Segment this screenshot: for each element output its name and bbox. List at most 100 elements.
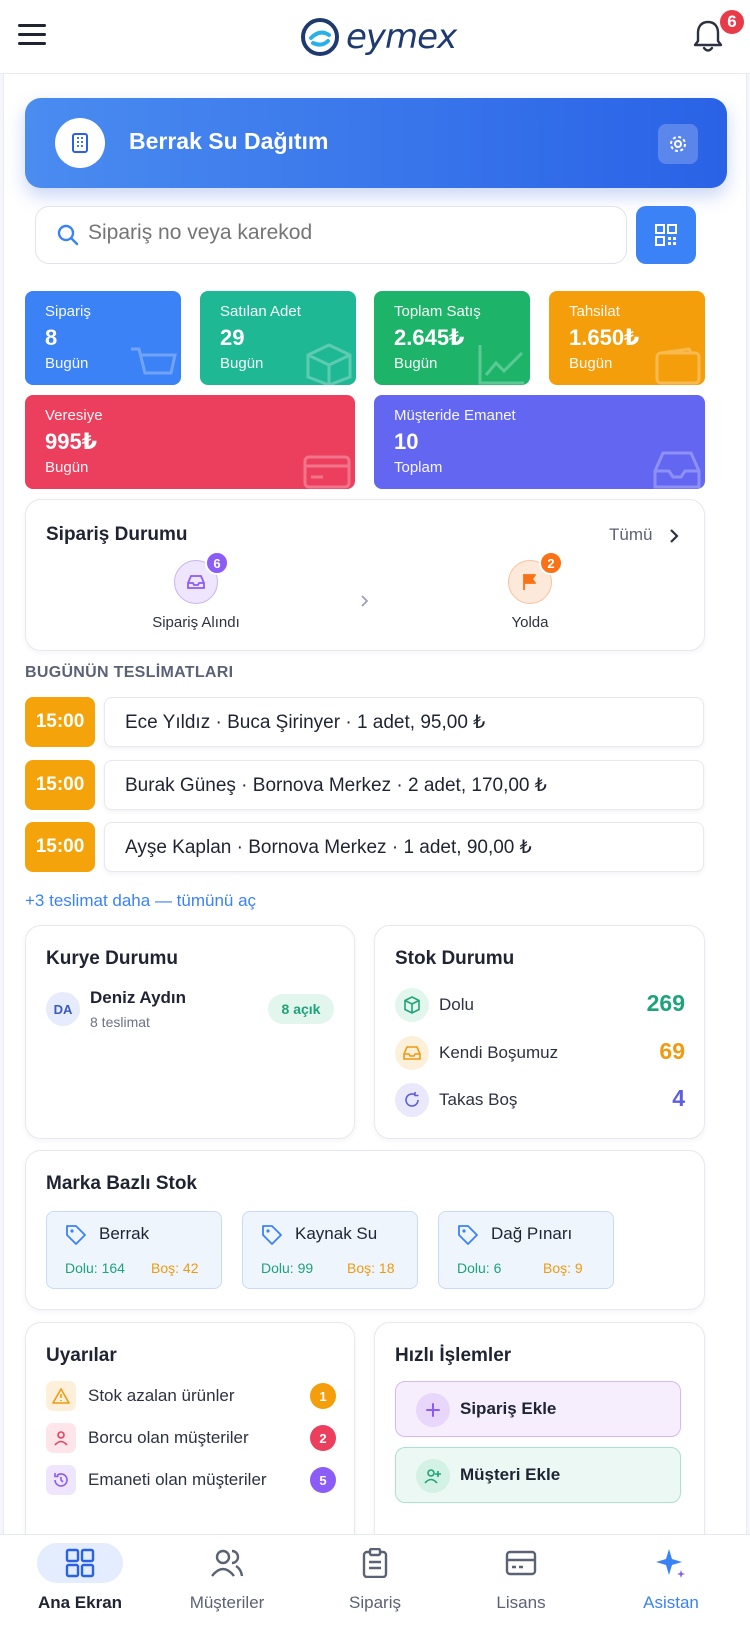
stock-value: 4: [672, 1085, 685, 1111]
stock-value: 69: [659, 1038, 685, 1064]
stat-sub: Toplam: [394, 459, 443, 476]
stat-value: 29: [220, 325, 245, 350]
license-card-icon: [489, 1543, 553, 1583]
brand-box-kaynak-su[interactable]: Kaynak Su Dolu: 99 Boş: 18: [242, 1211, 418, 1289]
delivery-item[interactable]: Ece Yıldız · Buca Şirinyer · 1 adet, 95,…: [104, 697, 704, 747]
add-order-button[interactable]: Sipariş Ekle: [395, 1381, 681, 1437]
stat-sub: Bugün: [569, 355, 613, 372]
inbox-icon: [395, 1036, 429, 1070]
menu-icon[interactable]: [18, 24, 46, 46]
user-icon: [46, 1423, 76, 1453]
main-content[interactable]: Berrak Su Dağıtım Sipariş 8 Bugün Satıla…: [3, 74, 747, 1534]
warning-low-stock[interactable]: Stok azalan ürünler 1: [46, 1381, 336, 1411]
stat-card-sold[interactable]: Satılan Adet 29 Bugün: [200, 291, 356, 385]
stat-sub: Bugün: [45, 355, 89, 372]
step-order-received[interactable]: 6 Sipariş Alındı: [146, 551, 246, 631]
logo-mark-icon: [301, 18, 339, 56]
stat-sub: Bugün: [394, 355, 438, 372]
add-customer-button[interactable]: Müşteri Ekle: [395, 1447, 681, 1503]
tag-icon: [262, 1225, 282, 1245]
building-icon: [55, 118, 105, 168]
brand-empty: Boş: 9: [543, 1260, 583, 1276]
brand-full: Dolu: 99: [261, 1260, 314, 1276]
warnings-card: Uyarılar Stok azalan ürünler 1 Borcu ola…: [25, 1322, 355, 1534]
stat-card-credit[interactable]: Veresiye 995₺ Bugün: [25, 395, 355, 489]
delivery-item[interactable]: Burak Güneş · Bornova Merkez · 2 adet, 1…: [104, 760, 704, 810]
warning-count: 5: [310, 1467, 336, 1493]
courier-card: Kurye Durumu DA Deniz Aydın 8 teslimat 8…: [25, 925, 355, 1139]
refresh-icon: [395, 1083, 429, 1117]
stock-name: Takas Boş: [439, 1090, 518, 1109]
warning-debtors[interactable]: Borcu olan müşteriler 2: [46, 1423, 336, 1453]
stat-label: Toplam Satış: [394, 303, 481, 320]
cart-icon: [131, 347, 177, 375]
search-box[interactable]: [35, 206, 627, 264]
nav-customers[interactable]: Müşteriler: [152, 1535, 302, 1625]
stock-row-exchange-empty: Takas Boş 4: [395, 1083, 685, 1119]
brand-full: Dolu: 164: [65, 1260, 125, 1276]
delivery-time: 15:00: [25, 760, 95, 810]
stock-name: Dolu: [439, 995, 474, 1014]
nav-label: Asistan: [643, 1593, 699, 1612]
step-count-badge: 2: [539, 551, 563, 575]
quick-actions-title: Hızlı İşlemler: [395, 1345, 512, 1366]
courier-name[interactable]: Deniz Aydın: [90, 988, 186, 1008]
warning-icon: [46, 1381, 76, 1411]
warnings-title: Uyarılar: [46, 1345, 117, 1366]
delivery-item[interactable]: Ayşe Kaplan · Bornova Merkez · 1 adet, 9…: [104, 822, 704, 872]
stat-card-collection[interactable]: Tahsilat 1.650₺ Bugün: [549, 291, 705, 385]
box-icon: [306, 343, 352, 385]
brand-box-dag-pinari[interactable]: Dağ Pınarı Dolu: 6 Boş: 9: [438, 1211, 614, 1289]
stat-label: Veresiye: [45, 407, 103, 424]
search-icon: [57, 224, 79, 246]
stat-card-total-sales[interactable]: Toplam Satış 2.645₺ Bugün: [374, 291, 530, 385]
chevron-right-icon[interactable]: [668, 528, 680, 544]
stock-name: Kendi Boşumuz: [439, 1043, 559, 1062]
card-icon: [303, 455, 351, 489]
settings-gear-icon[interactable]: [658, 124, 698, 164]
stock-card: Stok Durumu Dolu 269 Kendi Boşumuz 69 Ta…: [374, 925, 705, 1139]
all-link[interactable]: Tümü: [609, 525, 652, 545]
stat-card-deposit[interactable]: Müşteride Emanet 10 Toplam: [374, 395, 705, 489]
stat-label: Sipariş: [45, 303, 91, 320]
nav-license[interactable]: Lisans: [446, 1535, 596, 1625]
add-customer-label: Müşteri Ekle: [460, 1465, 561, 1484]
logo: eymex: [300, 14, 457, 60]
deliveries-title: BUGÜNÜN TESLİMATLARI: [25, 664, 234, 681]
warning-text: Borcu olan müşteriler: [88, 1428, 249, 1447]
search-input[interactable]: [88, 221, 608, 245]
warning-deposits[interactable]: Emaneti olan müşteriler 5: [46, 1465, 336, 1495]
history-icon: [46, 1465, 76, 1495]
stock-row-full: Dolu 269: [395, 988, 685, 1024]
add-order-label: Sipariş Ekle: [460, 1399, 557, 1418]
order-status-card: Sipariş Durumu Tümü 6 Sipariş Alındı 2 Y…: [25, 499, 705, 651]
warning-text: Emaneti olan müşteriler: [88, 1470, 267, 1489]
nav-label: Ana Ekran: [37, 1593, 123, 1612]
brand-box-berrak[interactable]: Berrak Dolu: 164 Boş: 42: [46, 1211, 222, 1289]
nav-order[interactable]: Sipariş: [300, 1535, 450, 1625]
flag-icon: 2: [508, 551, 563, 604]
stock-value: 269: [646, 990, 685, 1016]
stat-card-orders[interactable]: Sipariş 8 Bugün: [25, 291, 181, 385]
plus-icon: [416, 1393, 450, 1427]
stat-sub: Bugün: [45, 459, 89, 476]
qr-scan-button[interactable]: [636, 206, 696, 264]
step-label: Yolda: [511, 614, 549, 631]
step-on-the-way[interactable]: 2 Yolda: [480, 551, 580, 631]
bottom-nav: Ana Ekran Müşteriler Sipariş Lisans Asis…: [0, 1534, 750, 1625]
wallet-icon: [655, 347, 701, 385]
nav-home[interactable]: Ana Ekran: [5, 1535, 155, 1625]
more-deliveries-link[interactable]: +3 teslimat daha — tümünü aç: [25, 891, 256, 911]
clipboard-icon: [343, 1543, 407, 1583]
nav-assistant[interactable]: Asistan: [596, 1535, 746, 1625]
stock-row-own-empty: Kendi Boşumuz 69: [395, 1036, 685, 1072]
avatar: DA: [46, 992, 80, 1026]
stat-value: 10: [394, 429, 419, 454]
cube-icon: [395, 988, 429, 1022]
quick-actions-card: Hızlı İşlemler Sipariş Ekle Müşteri Ekle: [374, 1322, 705, 1534]
stat-value: 8: [45, 325, 58, 350]
inbox-icon: [653, 451, 701, 489]
nav-label: Lisans: [496, 1593, 546, 1612]
courier-deliveries: 8 teslimat: [90, 1014, 150, 1030]
brand-name: Dağ Pınarı: [491, 1224, 573, 1243]
